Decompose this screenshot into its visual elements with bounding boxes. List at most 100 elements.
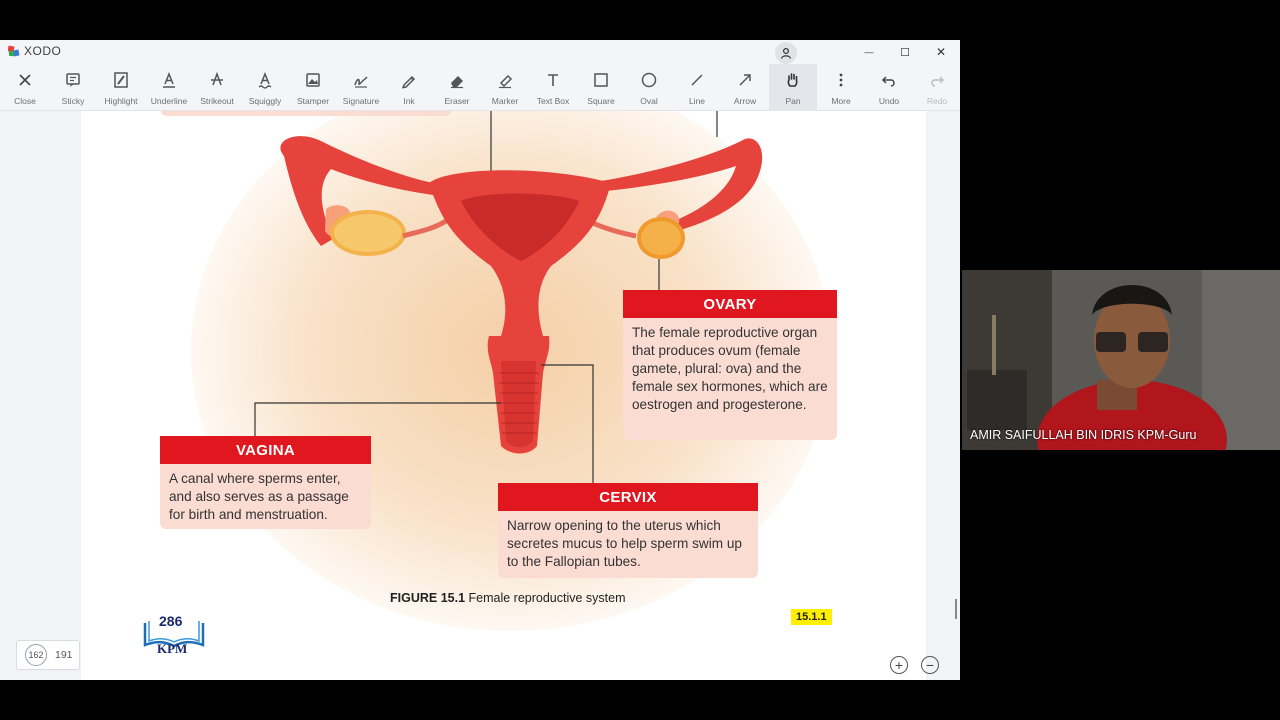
webcam-feed: AMIR SAIFULLAH BIN IDRIS KPM-Guru	[962, 270, 1280, 450]
squiggly-icon	[253, 68, 277, 92]
ovary-callout-title: OVARY	[623, 290, 837, 318]
current-page-indicator[interactable]: 162	[25, 644, 47, 666]
tool-underline-button[interactable]: Underline	[145, 64, 193, 110]
tool-square-button[interactable]: Square	[577, 64, 625, 110]
oval-icon	[637, 68, 661, 92]
publisher-label: KPM	[157, 641, 188, 656]
title-bar: XODO — ☐ ✕	[0, 40, 960, 64]
annotation-toolbar: Close Sticky Highlight Underline Strikeout Sq…	[0, 64, 960, 111]
tool-ink-button[interactable]: Ink	[385, 64, 433, 110]
tool-signature-button[interactable]: Signature	[337, 64, 385, 110]
tool-redo-button[interactable]: Redo	[913, 64, 960, 110]
tool-label: Line	[688, 96, 706, 106]
vagina-callout-title: VAGINA	[160, 436, 371, 464]
tool-text-box-button[interactable]: Text Box	[529, 64, 577, 110]
app-logo: XODO	[8, 44, 61, 58]
xodo-logo-icon	[8, 44, 20, 56]
tool-label: Marker	[491, 96, 519, 106]
tool-label: Pan	[785, 96, 801, 106]
tool-label: More	[831, 96, 851, 106]
tool-line-button[interactable]: Line	[673, 64, 721, 110]
participant-video	[962, 270, 1280, 450]
page-navigator[interactable]: 162 191	[16, 640, 80, 670]
minimize-button[interactable]: —	[857, 43, 881, 61]
close-window-icon: ✕	[935, 45, 947, 59]
tool-eraser-button[interactable]: Eraser	[433, 64, 481, 110]
vagina-callout-text: A canal where sperms enter, and also ser…	[160, 464, 371, 529]
tool-label: Sticky	[61, 96, 85, 106]
section-badge: 15.1.1	[791, 609, 832, 625]
tool-label: Redo	[926, 96, 948, 106]
stamp-icon	[301, 68, 325, 92]
zoom-out-button[interactable]: −	[921, 656, 939, 674]
tool-sticky-button[interactable]: Sticky	[49, 64, 97, 110]
ovary-callout-text: The female reproductive organ that produ…	[623, 318, 837, 440]
eraser-icon	[445, 68, 469, 92]
cervix-callout-text: Narrow opening to the uterus which secre…	[498, 511, 758, 578]
tool-label: Oval	[640, 96, 658, 106]
zoom-in-button[interactable]: +	[890, 656, 908, 674]
hand-icon	[781, 68, 805, 92]
tool-label: Squiggly	[248, 96, 282, 106]
user-account-button[interactable]	[775, 42, 797, 64]
tool-label: Signature	[342, 96, 380, 106]
document-page: OVARY The female reproductive organ that…	[81, 111, 926, 680]
tool-label: Ink	[403, 96, 415, 106]
sticky-note-icon	[61, 68, 85, 92]
close-icon	[13, 68, 37, 92]
vertical-scrollbar[interactable]	[955, 599, 957, 619]
total-pages: 191	[55, 649, 73, 661]
maximize-button[interactable]: ☐	[893, 43, 917, 61]
tool-label: Undo	[878, 96, 900, 106]
line-icon	[685, 68, 709, 92]
tool-squiggly-button[interactable]: Squiggly	[241, 64, 289, 110]
tool-label: Text Box	[536, 96, 570, 106]
maximize-icon: ☐	[900, 46, 910, 59]
tool-close-button[interactable]: Close	[1, 64, 49, 110]
tool-label: Strikeout	[200, 96, 234, 106]
signature-icon	[349, 68, 373, 92]
tool-pan-button[interactable]: Pan	[769, 64, 817, 110]
figure-caption-label: FIGURE 15.1	[390, 591, 466, 605]
undo-icon	[877, 68, 901, 92]
app-name: XODO	[24, 44, 62, 58]
kpm-book-logo: 286 KPM	[143, 613, 205, 657]
tool-highlight-button[interactable]: Highlight	[97, 64, 145, 110]
strikeout-icon	[205, 68, 229, 92]
tool-arrow-button[interactable]: Arrow	[721, 64, 769, 110]
tool-label: Eraser	[444, 96, 470, 106]
tool-label: Underline	[150, 96, 188, 106]
figure-caption-text: Female reproductive system	[468, 591, 626, 605]
more-vertical-icon	[829, 68, 853, 92]
xodo-app-window: XODO — ☐ ✕ Close Sticky Highlight Underline…	[0, 40, 960, 680]
tool-strikeout-button[interactable]: Strikeout	[193, 64, 241, 110]
document-viewer[interactable]: OVARY The female reproductive organ that…	[0, 111, 960, 680]
printed-page-number: 286	[159, 613, 183, 629]
redo-icon	[925, 68, 949, 92]
user-icon	[780, 47, 792, 59]
highlight-icon	[109, 68, 133, 92]
tool-marker-button[interactable]: Marker	[481, 64, 529, 110]
tool-more-button[interactable]: More	[817, 64, 865, 110]
underline-icon	[157, 68, 181, 92]
tool-label: Square	[587, 96, 615, 106]
arrow-icon	[733, 68, 757, 92]
close-window-button[interactable]: ✕	[929, 43, 953, 61]
minimize-icon: —	[864, 47, 874, 57]
pen-icon	[397, 68, 421, 92]
plus-icon: +	[894, 657, 904, 673]
cervix-callout-title: CERVIX	[498, 483, 758, 511]
square-icon	[589, 68, 613, 92]
tool-oval-button[interactable]: Oval	[625, 64, 673, 110]
tool-label: Close	[14, 96, 36, 106]
minus-icon: −	[925, 657, 935, 673]
participant-name: AMIR SAIFULLAH BIN IDRIS KPM-Guru	[970, 428, 1197, 442]
marker-icon	[493, 68, 517, 92]
tool-stamper-button[interactable]: Stamper	[289, 64, 337, 110]
text-box-icon	[541, 68, 565, 92]
tool-label: Arrow	[733, 96, 757, 106]
tool-undo-button[interactable]: Undo	[865, 64, 913, 110]
tool-label: Highlight	[104, 96, 138, 106]
tool-label: Stamper	[296, 96, 330, 106]
figure-caption: FIGURE 15.1 Female reproductive system	[390, 591, 626, 605]
